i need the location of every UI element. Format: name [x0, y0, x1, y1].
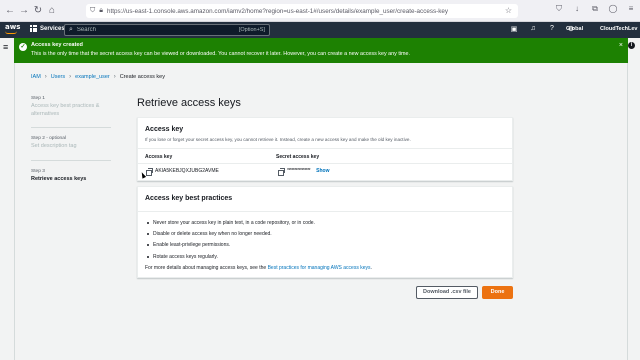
download-csv-button[interactable]: Download .csv file: [416, 286, 478, 299]
list-item: Never store your access key in plain tex…: [145, 220, 315, 226]
search-input[interactable]: [76, 27, 227, 33]
services-menu[interactable]: Services: [30, 25, 65, 32]
close-icon[interactable]: ×: [619, 42, 623, 49]
search-icon: ⌕: [69, 26, 73, 33]
shield-icon: ⛉: [90, 7, 96, 14]
wizard-steps: Step 1 Access key best practices & alter…: [31, 96, 121, 192]
column-header-secret: Secret access key: [276, 154, 320, 160]
menu-icon[interactable]: ≡: [626, 4, 636, 14]
left-rail-divider: [14, 63, 15, 360]
cloudshell-icon[interactable]: ▣: [510, 25, 518, 33]
flash-message: This is the only time that the secret ac…: [31, 51, 411, 57]
panel-divider: [138, 211, 512, 212]
browser-toolbar: ← → ↻ ⌂ ⛉ 🔒︎ https://us-east-1.console.a…: [0, 0, 640, 22]
list-item: Enable least-privilege permissions.: [145, 242, 315, 248]
step-number: Step 1: [31, 96, 45, 101]
page-title: Retrieve access keys: [137, 97, 241, 109]
help-icon[interactable]: ?: [548, 25, 556, 33]
success-check-icon: ✓: [19, 43, 27, 51]
chevron-right-icon: ›: [44, 74, 47, 80]
address-bar[interactable]: ⛉ 🔒︎ https://us-east-1.console.aws.amazo…: [86, 4, 518, 18]
step-number: Step 2 - optional: [31, 136, 66, 141]
step-name: Set description tag: [31, 143, 77, 149]
best-practices-link[interactable]: Best practices for managing AWS access k…: [268, 265, 371, 271]
access-key-value: AKIA5KEBJQXJUBG2AVME: [155, 168, 219, 174]
panel-description: If you lose or forget your secret access…: [145, 137, 411, 142]
back-icon[interactable]: ←: [4, 4, 16, 18]
step-name-active: Retrieve access keys: [31, 175, 87, 182]
aws-logo[interactable]: aws: [5, 23, 21, 34]
step-number: Step 3: [31, 168, 45, 174]
flash-title: Access key created: [31, 42, 83, 48]
breadcrumb-current: Create access key: [119, 74, 165, 80]
breadcrumb-users[interactable]: Users: [51, 74, 65, 80]
column-header-access-key: Access key: [145, 154, 173, 160]
breadcrumb-iam[interactable]: IAM: [31, 74, 41, 80]
grid-icon: [30, 25, 37, 32]
account-menu[interactable]: CloudTechLev: [600, 26, 638, 32]
account-icon[interactable]: ◯: [608, 4, 618, 14]
secret-key-masked: ****************: [287, 168, 311, 174]
services-label: Services: [40, 25, 65, 32]
region-selector[interactable]: Global: [566, 26, 583, 32]
copy-icon[interactable]: [278, 168, 285, 176]
panel-title: Access key best practices: [145, 195, 233, 202]
download-icon[interactable]: ↓: [572, 4, 582, 14]
best-practices-list: Never store your access key in plain tex…: [145, 220, 315, 265]
info-panel-icon[interactable]: i: [628, 42, 635, 49]
more-details-text: For more details about managing access k…: [145, 265, 372, 271]
success-flash-banner: ✓ Access key created This is the only ti…: [14, 38, 628, 63]
list-item: Rotate access keys regularly.: [145, 254, 315, 260]
chevron-right-icon: ›: [69, 74, 72, 80]
copy-icon[interactable]: [146, 168, 153, 176]
access-key-panel: Access key If you lose or forget your se…: [137, 117, 513, 181]
aws-logo-smile: [5, 31, 17, 34]
panel-divider: [138, 148, 512, 149]
secret-key-cell: **************** Show: [278, 168, 329, 176]
table-header-divider: [138, 163, 512, 164]
wizard-step-1[interactable]: Step 1 Access key best practices & alter…: [31, 96, 121, 118]
step-divider: [31, 159, 111, 161]
more-details-suffix: .: [370, 265, 372, 271]
bookmark-star-icon[interactable]: ☆: [505, 6, 512, 15]
home-icon[interactable]: ⌂: [46, 4, 58, 18]
reload-icon[interactable]: ↻: [32, 4, 44, 18]
more-details-prefix: For more details about managing access k…: [145, 265, 268, 271]
best-practices-panel: Access key best practices Never store yo…: [137, 186, 513, 278]
panel-title: Access key: [145, 126, 184, 133]
wizard-step-2[interactable]: Step 2 - optional Set description tag: [31, 136, 121, 151]
url-text[interactable]: https://us-east-1.console.aws.amazon.com…: [107, 8, 467, 15]
side-nav-toggle-icon[interactable]: ≡: [3, 42, 8, 52]
aws-logo-text: aws: [5, 23, 21, 31]
breadcrumb-user[interactable]: example_user: [75, 74, 110, 80]
forward-icon[interactable]: →: [18, 4, 30, 18]
right-rail-divider: [627, 63, 628, 360]
aws-top-nav: aws Services ⌕ [Option+S] ▣ ♫ ? ⚙ Global…: [0, 22, 640, 38]
breadcrumb: IAM › Users › example_user › Create acce…: [31, 74, 165, 80]
extensions-icon[interactable]: ⧉: [590, 4, 600, 14]
list-item: Disable or delete access key when no lon…: [145, 231, 315, 237]
lock-icon: 🔒︎: [99, 7, 103, 14]
chevron-right-icon: ›: [113, 74, 116, 80]
show-secret-link[interactable]: Show: [316, 168, 329, 174]
pocket-icon[interactable]: ⛉: [554, 4, 564, 14]
console-search[interactable]: ⌕ [Option+S]: [64, 24, 270, 36]
access-key-cell: AKIA5KEBJQXJUBG2AVME: [146, 168, 219, 176]
done-button[interactable]: Done: [482, 286, 513, 299]
browser-extensions: ⛉ ↓ ⧉ ◯ ≡: [554, 4, 636, 14]
step-divider: [31, 127, 111, 128]
bell-icon[interactable]: ♫: [529, 25, 537, 33]
wizard-step-3: Step 3 Retrieve access keys: [31, 169, 121, 184]
step-name: Access key best practices & alternatives: [31, 103, 100, 117]
search-shortcut-hint: [Option+S]: [238, 27, 265, 33]
